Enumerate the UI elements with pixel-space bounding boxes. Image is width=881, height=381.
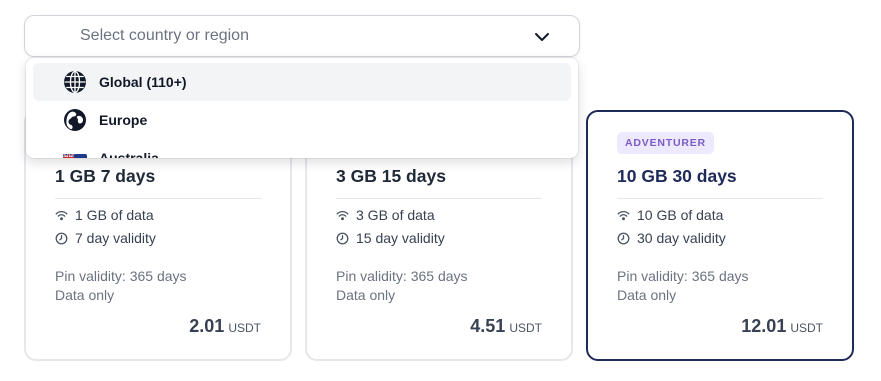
price-amount: 12.01: [741, 316, 787, 336]
plan-data-text: 10 GB of data: [637, 207, 724, 223]
option-australia[interactable]: Australia: [33, 139, 571, 158]
plan-validity-feature: 7 day validity: [55, 230, 156, 246]
divider: [336, 198, 542, 199]
plan-badge: ADVENTURER: [617, 132, 714, 154]
pin-validity: Pin validity: 365 days: [617, 268, 749, 284]
price-currency: USDT: [509, 321, 542, 335]
clock-icon: [55, 232, 68, 244]
clock-icon: [617, 232, 630, 244]
plan-title: 10 GB 30 days: [617, 166, 737, 186]
plan-card-10gb[interactable]: ADVENTURER 10 GB 30 days 10 GB of data 3…: [586, 110, 854, 361]
plan-data-feature: 1 GB of data: [55, 207, 154, 223]
price-currency: USDT: [228, 321, 261, 335]
plan-data-text: 1 GB of data: [75, 207, 154, 223]
europe-globe-icon: [64, 109, 86, 131]
plan-price: 4.51 USDT: [470, 316, 542, 337]
plan-price: 12.01 USDT: [741, 316, 823, 337]
country-dropdown: Global (110+) Europe Australia: [26, 58, 578, 158]
price-amount: 4.51: [470, 316, 506, 336]
option-label: Europe: [99, 112, 148, 128]
plan-validity-text: 30 day validity: [637, 230, 726, 246]
plan-price: 2.01 USDT: [189, 316, 261, 337]
wifi-icon: [55, 210, 68, 220]
plan-validity-text: 7 day validity: [75, 230, 156, 246]
plan-title: 1 GB 7 days: [55, 166, 156, 186]
option-label: Australia: [99, 150, 159, 158]
pin-validity: Pin validity: 365 days: [336, 268, 468, 284]
option-global[interactable]: Global (110+): [33, 63, 571, 101]
pin-validity: Pin validity: 365 days: [55, 268, 187, 284]
plan-validity-text: 15 day validity: [356, 230, 445, 246]
country-select[interactable]: Select country or region: [24, 15, 580, 57]
option-europe[interactable]: Europe: [33, 101, 571, 139]
plan-data-text: 3 GB of data: [356, 207, 435, 223]
plan-data-feature: 3 GB of data: [336, 207, 435, 223]
plan-title: 3 GB 15 days: [336, 166, 446, 186]
wifi-icon: [617, 210, 630, 220]
globe-icon: [64, 70, 86, 94]
plan-validity-feature: 15 day validity: [336, 230, 445, 246]
price-currency: USDT: [790, 321, 823, 335]
divider: [55, 198, 261, 199]
divider: [617, 198, 823, 199]
country-select-placeholder: Select country or region: [80, 27, 249, 44]
wifi-icon: [336, 210, 349, 220]
chevron-down-icon[interactable]: [533, 28, 551, 46]
plan-type: Data only: [617, 287, 677, 303]
plan-data-feature: 10 GB of data: [617, 207, 723, 223]
plan-type: Data only: [336, 287, 396, 303]
plan-type: Data only: [55, 287, 115, 303]
plan-validity-feature: 30 day validity: [617, 230, 726, 246]
australia-flag-icon: [63, 153, 87, 158]
option-label: Global (110+): [99, 74, 187, 90]
clock-icon: [336, 232, 349, 244]
price-amount: 2.01: [189, 316, 225, 336]
